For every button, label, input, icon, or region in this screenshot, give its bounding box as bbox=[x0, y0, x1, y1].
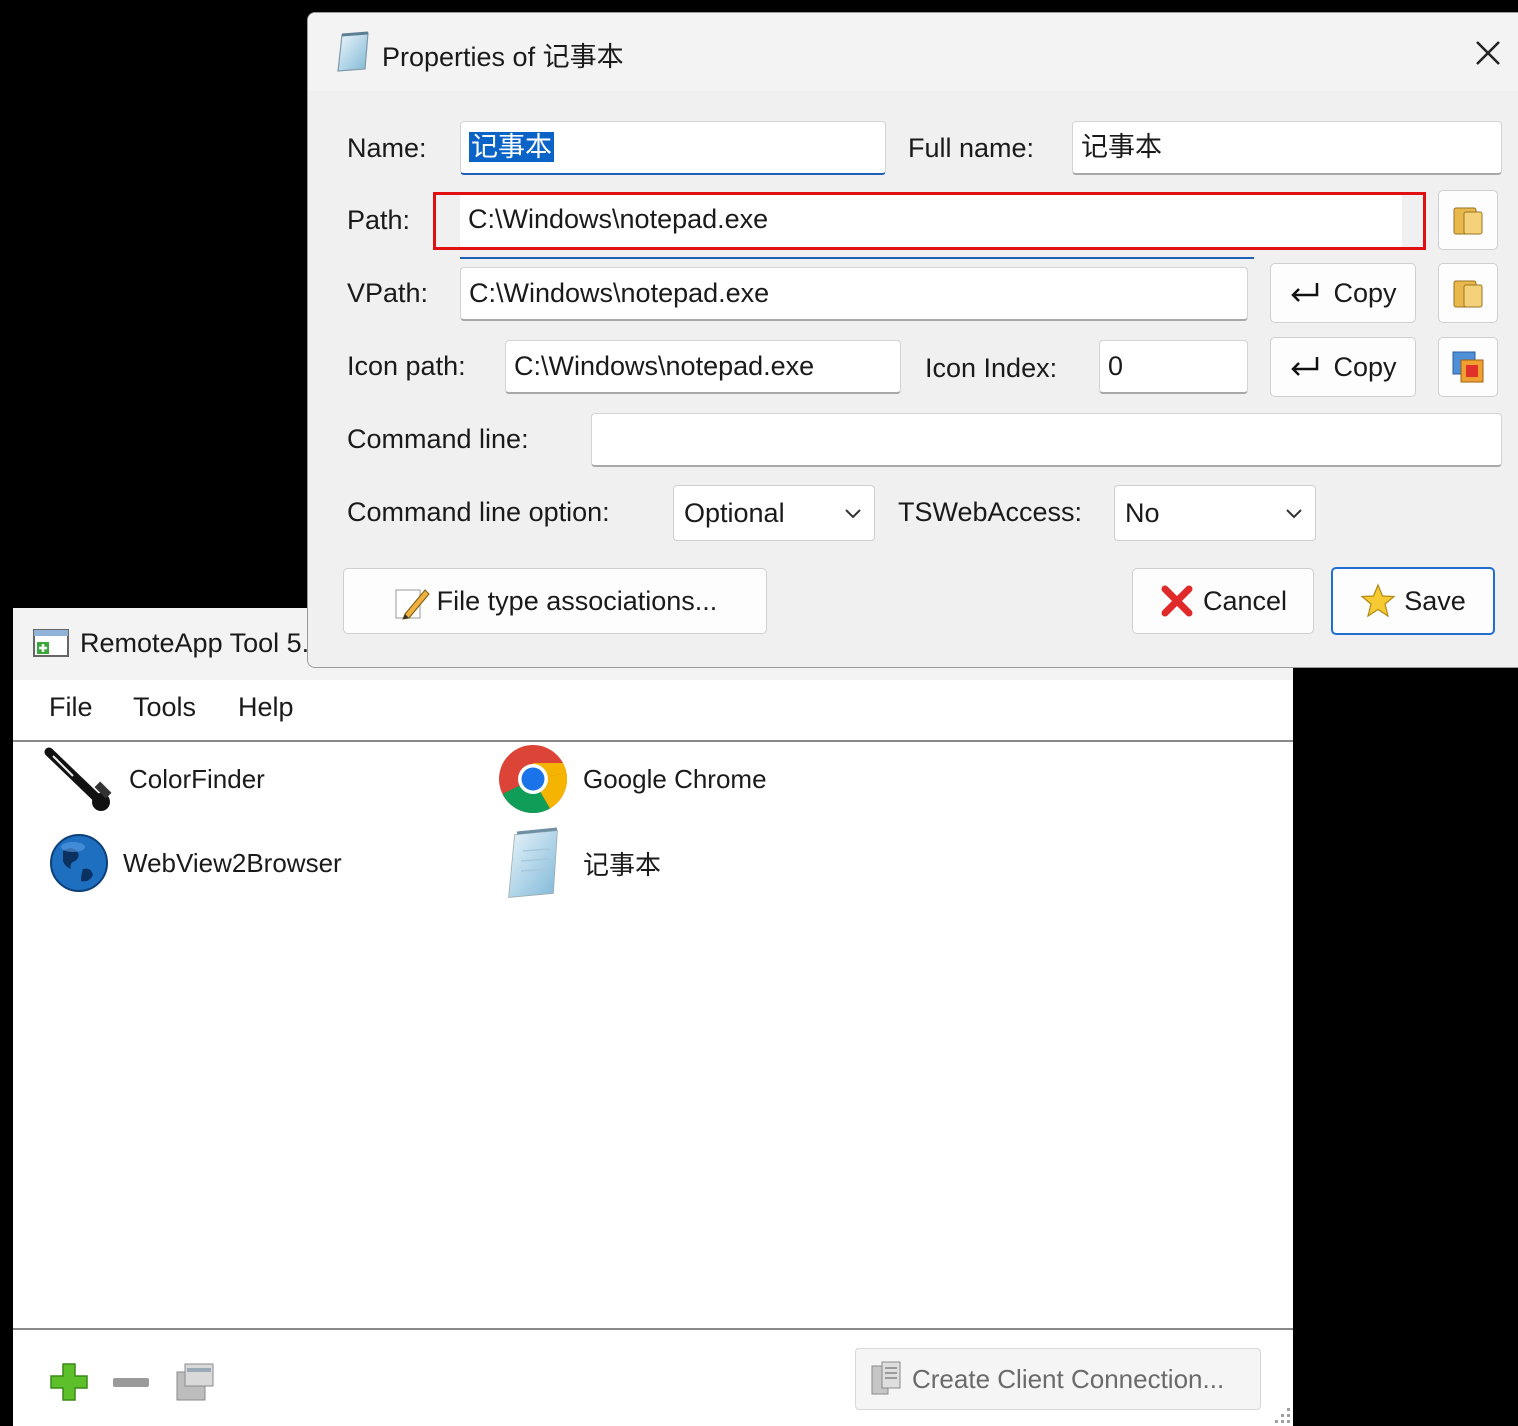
command-line-option-select[interactable]: Optional bbox=[673, 485, 875, 541]
menu-help[interactable]: Help bbox=[234, 690, 298, 725]
client-connection-icon bbox=[871, 1361, 901, 1395]
copy-label: Copy bbox=[1333, 277, 1397, 308]
browse-icon-button[interactable] bbox=[1438, 337, 1498, 397]
bottom-toolbar: Create Client Connection... bbox=[13, 1328, 1293, 1426]
name-input-value: 记事本 bbox=[469, 132, 554, 162]
full-name-input[interactable]: 记事本 bbox=[1072, 121, 1502, 175]
app-item-google-chrome[interactable]: Google Chrome bbox=[497, 744, 767, 814]
resize-grip-icon[interactable] bbox=[1271, 1404, 1291, 1424]
file-type-associations-button[interactable]: File type associations... bbox=[343, 568, 767, 634]
app-label: Google Chrome bbox=[583, 763, 767, 794]
command-line-option-value: Optional bbox=[684, 498, 785, 528]
globe-icon bbox=[50, 834, 108, 892]
vpath-label: VPath: bbox=[347, 278, 429, 308]
star-icon bbox=[1360, 583, 1396, 618]
app-item-colorfinder[interactable]: ColorFinder bbox=[43, 744, 265, 814]
menu-bar: File Tools Help bbox=[13, 680, 1293, 742]
menu-file[interactable]: File bbox=[45, 690, 97, 725]
cancel-label: Cancel bbox=[1202, 585, 1288, 616]
dialog-title: Properties of 记事本 bbox=[382, 42, 624, 72]
icon-index-input[interactable]: 0 bbox=[1099, 340, 1248, 394]
tswebaccess-label: TSWebAccess: bbox=[898, 497, 1083, 527]
command-line-input[interactable] bbox=[591, 413, 1502, 467]
path-focus-underline bbox=[460, 257, 1254, 259]
main-window-title: RemoteApp Tool 5. bbox=[80, 628, 310, 658]
dialog-body: Name: 记事本 Full name: 记事本 Path: C:\Window… bbox=[308, 91, 1518, 667]
notepad-icon bbox=[337, 31, 369, 72]
app-label: ColorFinder bbox=[129, 763, 265, 794]
cancel-x-icon bbox=[1161, 585, 1193, 617]
menu-tools[interactable]: Tools bbox=[129, 690, 200, 725]
app-item-webview2browser[interactable]: WebView2Browser bbox=[49, 828, 342, 898]
properties-dialog: Properties of 记事本 Name: 记事本 Full name: 记… bbox=[307, 12, 1518, 668]
chrome-icon bbox=[499, 745, 568, 814]
remoteapp-main-window: RemoteApp Tool 5. File Tools Help ColorF… bbox=[13, 608, 1293, 1426]
browse-path-button[interactable] bbox=[1438, 190, 1498, 250]
enter-arrow-icon bbox=[1291, 283, 1319, 302]
vpath-input[interactable]: C:\Windows\notepad.exe bbox=[460, 267, 1248, 321]
app-list: ColorFinder Google Chrome WebView2Browse… bbox=[13, 742, 1293, 1328]
app-item-notepad[interactable]: 记事本 bbox=[497, 827, 662, 898]
file-type-associations-label: File type associations... bbox=[436, 585, 718, 616]
command-line-label: Command line: bbox=[347, 424, 529, 454]
tswebaccess-select[interactable]: No bbox=[1114, 485, 1316, 541]
save-button[interactable]: Save bbox=[1331, 567, 1495, 635]
folder-icon bbox=[1453, 280, 1483, 308]
path-label: Path: bbox=[347, 205, 411, 235]
path-highlight-box bbox=[433, 192, 1426, 250]
name-input[interactable]: 记事本 bbox=[460, 121, 886, 175]
create-client-connection-button[interactable]: Create Client Connection... bbox=[855, 1348, 1261, 1410]
close-icon[interactable] bbox=[1468, 33, 1508, 73]
tswebaccess-value: No bbox=[1125, 498, 1160, 528]
command-line-option-label: Command line option: bbox=[347, 497, 610, 527]
full-name-label: Full name: bbox=[908, 133, 1035, 163]
copy-icon-path-button[interactable]: Copy bbox=[1270, 337, 1416, 397]
chevron-down-icon bbox=[1286, 509, 1302, 519]
copy-label: Copy bbox=[1333, 351, 1397, 382]
edit-pencil-icon bbox=[395, 589, 430, 620]
add-icon[interactable] bbox=[47, 1360, 91, 1404]
name-label: Name: bbox=[347, 133, 427, 163]
remove-icon[interactable] bbox=[109, 1360, 153, 1404]
folder-icon bbox=[1453, 207, 1483, 235]
create-client-connection-label: Create Client Connection... bbox=[912, 1363, 1225, 1394]
copy-vpath-button[interactable]: Copy bbox=[1270, 263, 1416, 323]
chevron-down-icon bbox=[845, 509, 861, 519]
remoteapp-icon bbox=[33, 629, 69, 657]
app-label: WebView2Browser bbox=[123, 847, 342, 878]
browse-vpath-button[interactable] bbox=[1438, 263, 1498, 323]
enter-arrow-icon bbox=[1291, 357, 1319, 376]
icon-path-input[interactable]: C:\Windows\notepad.exe bbox=[505, 340, 901, 394]
save-label: Save bbox=[1404, 585, 1466, 616]
dialog-title-bar[interactable]: Properties of 记事本 bbox=[308, 13, 1518, 91]
eyedropper-icon bbox=[44, 747, 112, 811]
cancel-button[interactable]: Cancel bbox=[1132, 568, 1314, 634]
app-label: 记事本 bbox=[583, 849, 662, 880]
notepad-icon bbox=[508, 827, 558, 898]
icon-index-label: Icon Index: bbox=[925, 353, 1058, 383]
icon-path-label: Icon path: bbox=[347, 351, 466, 381]
icon-picker-icon bbox=[1452, 351, 1484, 383]
properties-icon[interactable] bbox=[173, 1360, 217, 1404]
